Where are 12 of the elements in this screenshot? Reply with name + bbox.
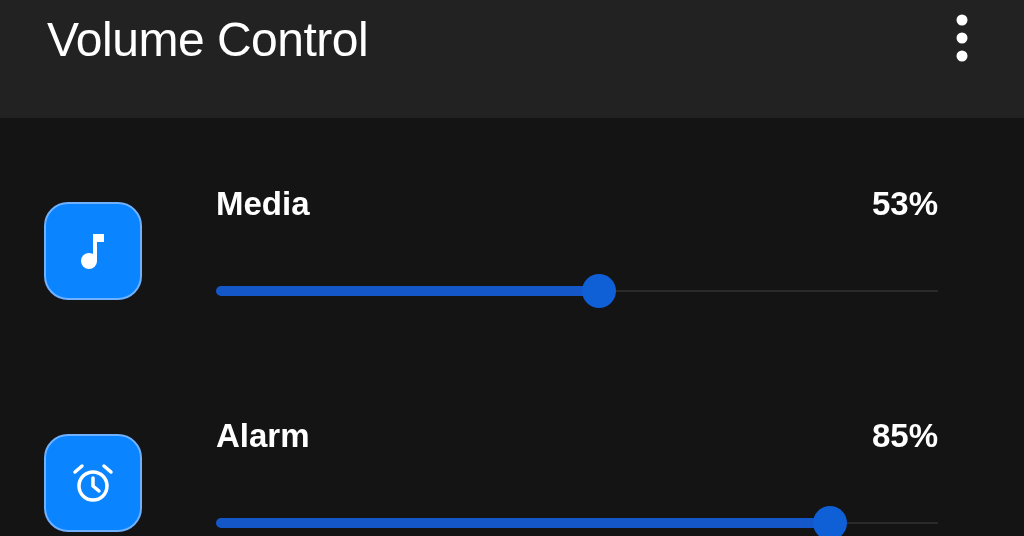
stream-label: Alarm: [216, 416, 310, 456]
volume-percent: 53%: [871, 184, 938, 224]
slider-thumb[interactable]: [812, 506, 847, 536]
more-options-icon[interactable]: [955, 14, 969, 62]
stream-icon-tile[interactable]: [44, 434, 142, 532]
music-note-icon: [80, 232, 106, 270]
volume-percent: 85%: [871, 416, 938, 456]
alarm-clock-icon: [71, 463, 115, 503]
stream-label: Media: [216, 184, 310, 224]
slider-thumb[interactable]: [581, 274, 616, 308]
app-title: Volume Control: [47, 12, 369, 67]
stream-icon-tile[interactable]: [44, 202, 142, 300]
